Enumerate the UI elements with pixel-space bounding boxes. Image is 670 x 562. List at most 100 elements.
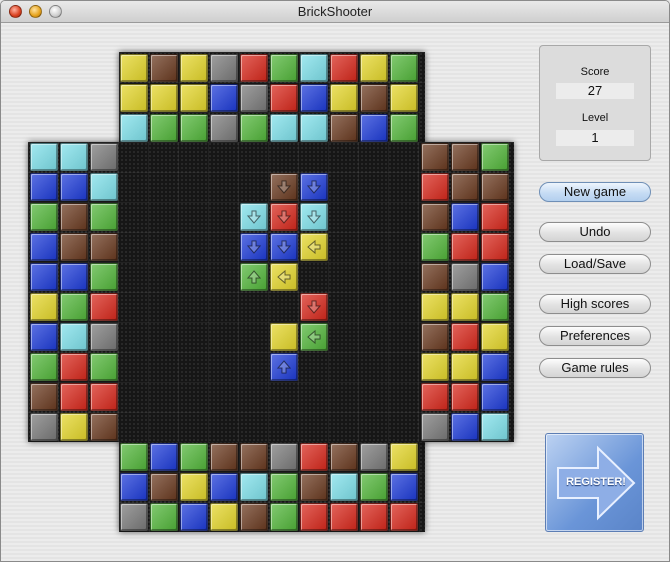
left-reserve-brick[interactable]	[60, 413, 88, 441]
top-reserve-brick[interactable]	[300, 54, 328, 82]
top-reserve-brick[interactable]	[150, 84, 178, 112]
top-reserve-brick[interactable]	[150, 54, 178, 82]
undo-button[interactable]: Undo	[539, 222, 651, 242]
preferences-button[interactable]: Preferences	[539, 326, 651, 346]
left-reserve-brick[interactable]	[90, 353, 118, 381]
right-reserve-brick[interactable]	[451, 353, 479, 381]
left-reserve-brick[interactable]	[30, 383, 58, 411]
field-brick[interactable]	[300, 293, 328, 321]
top-reserve-brick[interactable]	[240, 84, 268, 112]
right-reserve-brick[interactable]	[481, 143, 509, 171]
left-reserve-brick[interactable]	[90, 263, 118, 291]
top-reserve-brick[interactable]	[270, 114, 298, 142]
new-game-button[interactable]: New game	[539, 182, 651, 202]
bottom-reserve-brick[interactable]	[120, 503, 148, 531]
right-reserve-brick[interactable]	[451, 173, 479, 201]
field-brick[interactable]	[270, 233, 298, 261]
left-reserve-brick[interactable]	[90, 413, 118, 441]
left-reserve-brick[interactable]	[60, 263, 88, 291]
right-reserve-brick[interactable]	[421, 413, 449, 441]
right-reserve-brick[interactable]	[421, 323, 449, 351]
top-reserve-brick[interactable]	[390, 114, 418, 142]
top-reserve-brick[interactable]	[330, 84, 358, 112]
field-brick[interactable]	[300, 323, 328, 351]
right-reserve-brick[interactable]	[451, 383, 479, 411]
top-reserve-brick[interactable]	[120, 54, 148, 82]
left-reserve-brick[interactable]	[30, 143, 58, 171]
right-reserve-brick[interactable]	[421, 383, 449, 411]
bottom-reserve-brick[interactable]	[360, 443, 388, 471]
bottom-reserve-brick[interactable]	[150, 473, 178, 501]
top-reserve-brick[interactable]	[180, 114, 208, 142]
bottom-reserve-brick[interactable]	[390, 473, 418, 501]
left-reserve-brick[interactable]	[30, 263, 58, 291]
load-save-button[interactable]: Load/Save	[539, 254, 651, 274]
right-reserve-brick[interactable]	[451, 263, 479, 291]
bottom-reserve-brick[interactable]	[270, 443, 298, 471]
field-brick[interactable]	[300, 203, 328, 231]
top-reserve-brick[interactable]	[360, 84, 388, 112]
right-reserve-brick[interactable]	[481, 233, 509, 261]
left-reserve-brick[interactable]	[60, 203, 88, 231]
left-reserve-brick[interactable]	[90, 143, 118, 171]
right-reserve-brick[interactable]	[451, 413, 479, 441]
top-reserve-brick[interactable]	[210, 114, 238, 142]
bottom-reserve-brick[interactable]	[330, 473, 358, 501]
field-brick[interactable]	[270, 323, 298, 351]
left-reserve-brick[interactable]	[60, 143, 88, 171]
bottom-reserve-brick[interactable]	[300, 503, 328, 531]
bottom-reserve-brick[interactable]	[150, 503, 178, 531]
top-reserve-brick[interactable]	[150, 114, 178, 142]
bottom-reserve-brick[interactable]	[120, 443, 148, 471]
top-reserve-brick[interactable]	[360, 114, 388, 142]
field-brick[interactable]	[300, 173, 328, 201]
register-button[interactable]: REGISTER!	[545, 433, 644, 532]
top-reserve-brick[interactable]	[120, 84, 148, 112]
field-brick[interactable]	[240, 233, 268, 261]
top-reserve-brick[interactable]	[300, 84, 328, 112]
bottom-reserve-brick[interactable]	[210, 473, 238, 501]
top-reserve-brick[interactable]	[390, 84, 418, 112]
bottom-reserve-brick[interactable]	[120, 473, 148, 501]
bottom-reserve-brick[interactable]	[300, 443, 328, 471]
top-reserve-brick[interactable]	[180, 84, 208, 112]
top-reserve-brick[interactable]	[390, 54, 418, 82]
right-reserve-brick[interactable]	[421, 233, 449, 261]
left-reserve-brick[interactable]	[30, 173, 58, 201]
game-rules-button[interactable]: Game rules	[539, 358, 651, 378]
right-reserve-brick[interactable]	[421, 203, 449, 231]
top-reserve-brick[interactable]	[240, 54, 268, 82]
right-reserve-brick[interactable]	[481, 413, 509, 441]
high-scores-button[interactable]: High scores	[539, 294, 651, 314]
left-reserve-brick[interactable]	[90, 383, 118, 411]
field-brick[interactable]	[270, 203, 298, 231]
top-reserve-brick[interactable]	[240, 114, 268, 142]
left-reserve-brick[interactable]	[90, 203, 118, 231]
bottom-reserve-brick[interactable]	[300, 473, 328, 501]
bottom-reserve-brick[interactable]	[150, 443, 178, 471]
left-reserve-brick[interactable]	[30, 233, 58, 261]
top-reserve-brick[interactable]	[270, 54, 298, 82]
top-reserve-brick[interactable]	[300, 114, 328, 142]
top-reserve-brick[interactable]	[270, 84, 298, 112]
bottom-reserve-brick[interactable]	[210, 503, 238, 531]
field-brick[interactable]	[240, 203, 268, 231]
bottom-reserve-brick[interactable]	[360, 473, 388, 501]
left-reserve-brick[interactable]	[60, 353, 88, 381]
left-reserve-brick[interactable]	[30, 353, 58, 381]
left-reserve-brick[interactable]	[90, 233, 118, 261]
top-reserve-brick[interactable]	[330, 114, 358, 142]
left-reserve-brick[interactable]	[60, 383, 88, 411]
top-reserve-brick[interactable]	[120, 114, 148, 142]
right-reserve-brick[interactable]	[451, 323, 479, 351]
left-reserve-brick[interactable]	[90, 173, 118, 201]
top-reserve-brick[interactable]	[210, 54, 238, 82]
bottom-reserve-brick[interactable]	[390, 443, 418, 471]
top-reserve-brick[interactable]	[330, 54, 358, 82]
right-reserve-brick[interactable]	[481, 323, 509, 351]
top-reserve-brick[interactable]	[210, 84, 238, 112]
bottom-reserve-brick[interactable]	[240, 443, 268, 471]
right-reserve-brick[interactable]	[481, 353, 509, 381]
bottom-reserve-brick[interactable]	[270, 473, 298, 501]
top-reserve-brick[interactable]	[180, 54, 208, 82]
